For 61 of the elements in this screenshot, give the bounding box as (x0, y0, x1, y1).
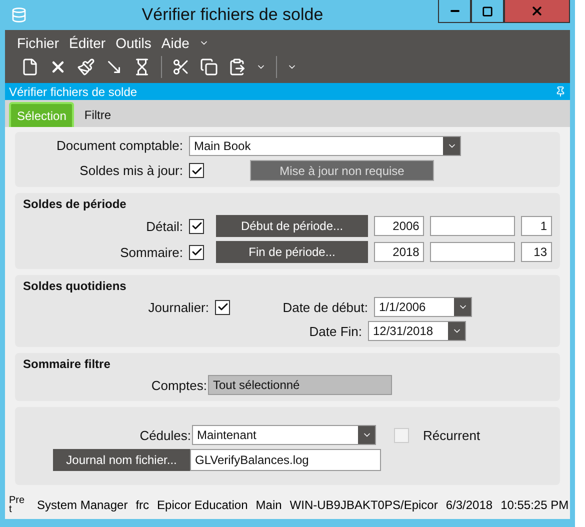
paste-icon[interactable] (228, 58, 246, 76)
period-button[interactable]: Fin de période... (216, 241, 368, 263)
field-label: Détail: (145, 218, 183, 234)
field-label: Document comptable: (56, 140, 183, 152)
cut-icon[interactable] (172, 58, 190, 76)
year-field[interactable]: 2018 (374, 242, 424, 262)
year-field[interactable]: 2006 (374, 216, 424, 236)
field-label: Soldes mis à jour: (78, 163, 183, 178)
tab[interactable]: Filtre (78, 102, 118, 127)
status-text: 6/3/2018 (446, 498, 493, 512)
field-label: Cédules: (138, 428, 191, 442)
status-text: WIN-UB9JBAKT0PS/Epicor (290, 498, 438, 512)
section-title: Sommaire filtre (23, 357, 112, 371)
field-label: Journalier: (147, 300, 209, 314)
maximize-icon (482, 6, 493, 16)
field-label: Sommaire: (119, 244, 183, 260)
close-button[interactable] (504, 0, 570, 23)
book-dropdown[interactable]: Main Book (189, 136, 461, 156)
menu-item[interactable]: Outils (116, 35, 152, 51)
panel-title: Vérifier fichiers de solde (9, 84, 138, 98)
status-text: 10:55:25 PM (500, 498, 569, 512)
schedule-dropdown[interactable]: Maintenant (192, 425, 376, 445)
menu-item[interactable]: Éditer (69, 35, 106, 51)
period-field[interactable]: 13 (520, 242, 552, 262)
input-field[interactable] (430, 216, 515, 236)
log-file-button[interactable]: Journal nom fichier... (53, 449, 190, 471)
status-text: Epicor Education (157, 498, 248, 512)
section-title: Soldes de période (23, 197, 128, 211)
copy-icon[interactable] (200, 58, 218, 76)
database-icon (11, 7, 27, 23)
field-label: Comptes: (150, 378, 207, 392)
field-label: Date Fin: (308, 324, 362, 338)
arrow-icon[interactable] (105, 58, 123, 76)
date-dropdown[interactable]: 12/31/2018 (368, 321, 466, 341)
section-title: Soldes quotidiens (23, 279, 128, 293)
hourglass-icon[interactable] (133, 58, 151, 76)
minimize-button[interactable] (438, 0, 471, 23)
pin-icon[interactable] (555, 86, 566, 97)
log-file-field[interactable]: GLVerifyBalances.log (190, 449, 381, 471)
checkbox[interactable] (189, 163, 204, 178)
window-title: Vérifier fichiers de solde (140, 5, 324, 25)
status-text: System Manager (37, 498, 128, 512)
checkbox[interactable] (189, 218, 204, 234)
checkbox-label: Récurrent (423, 428, 480, 442)
menu-item[interactable]: Fichier (17, 35, 60, 51)
input-field[interactable] (430, 242, 515, 262)
close-icon (530, 4, 544, 18)
new-file-icon[interactable] (21, 58, 39, 76)
checkbox[interactable] (215, 300, 230, 314)
accounts-field[interactable]: Tout sélectionné (208, 375, 392, 395)
date-dropdown[interactable]: 1/1/2006 (374, 297, 472, 317)
broom-icon[interactable] (77, 58, 95, 76)
update-button[interactable]: Mise à jour non requise (250, 160, 434, 181)
menu-item[interactable]: Aide (161, 35, 190, 51)
status-text: Main (256, 498, 282, 512)
status-text: frc (136, 498, 150, 512)
period-field[interactable]: 1 (520, 216, 552, 236)
status-text: Pre t (9, 496, 26, 514)
checkbox[interactable] (189, 244, 204, 260)
period-button[interactable]: Début de période... (216, 215, 368, 237)
field-label: Date de début: (282, 300, 368, 314)
